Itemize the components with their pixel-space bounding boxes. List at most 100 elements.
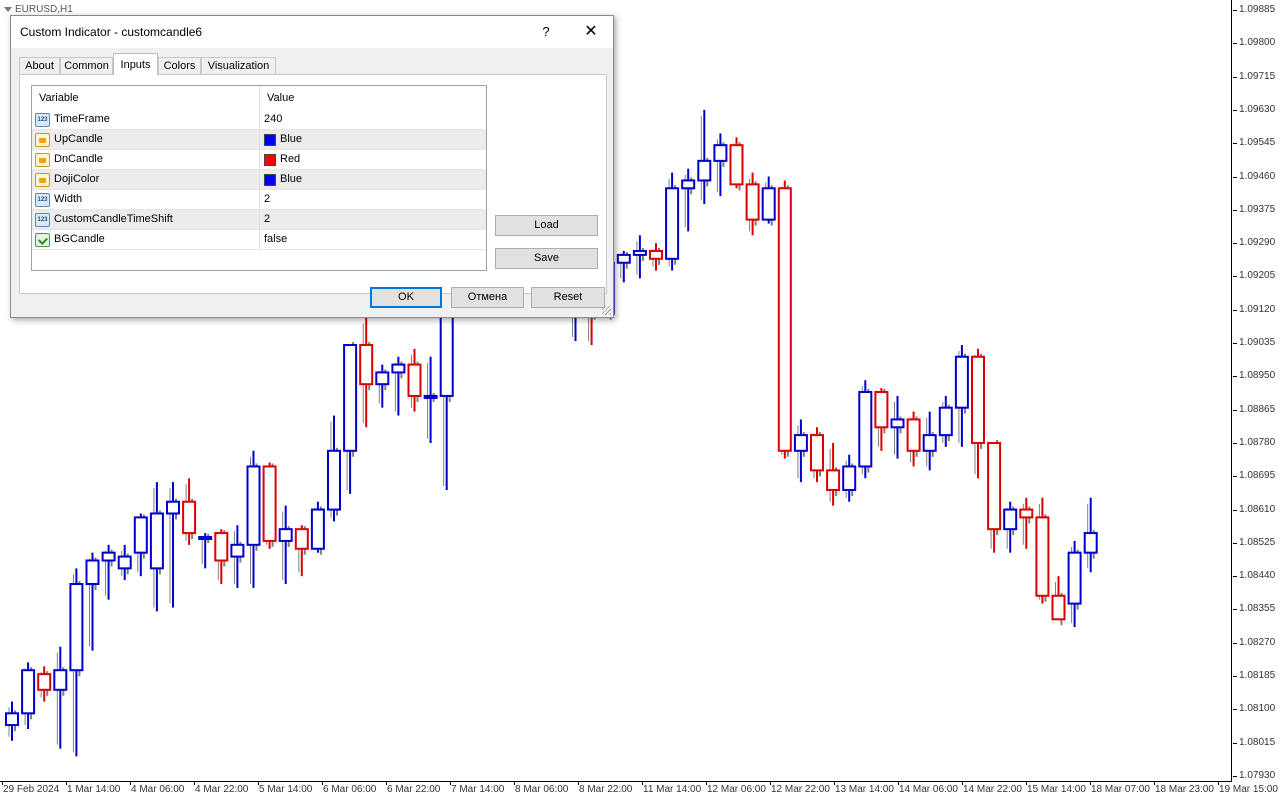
candle-body (906, 418, 921, 452)
price-tick (1233, 676, 1237, 677)
value-cell[interactable]: Red (260, 150, 486, 169)
tab-visualization[interactable]: Visualization (201, 57, 276, 74)
variable-cell[interactable]: 123 TimeFrame (32, 110, 260, 129)
price-label: 1.08695 (1239, 470, 1276, 482)
candle-body (697, 159, 712, 182)
price-tick (1233, 109, 1237, 111)
tab-about[interactable]: About (19, 57, 60, 74)
price-tick (1233, 143, 1237, 145)
input-row-width[interactable]: 123 Width 2 (32, 190, 486, 210)
candle-body (729, 144, 744, 186)
load-button[interactable]: Load (495, 215, 598, 236)
save-button[interactable]: Save (495, 248, 598, 269)
price-label: 1.08270 (1239, 636, 1276, 648)
candle-body (230, 543, 245, 558)
input-row-dojicolor[interactable]: DojiColor Blue (32, 170, 486, 190)
candle-body (5, 712, 19, 727)
price-label: 1.09205 (1239, 270, 1276, 282)
time-label: 19 Mar 15:00 (1219, 784, 1278, 795)
color-icon (35, 152, 50, 167)
value-cell[interactable]: Blue (260, 130, 486, 149)
variable-name: DojiColor (54, 173, 100, 185)
time-label: 11 Mar 14:00 (643, 784, 702, 795)
time-label: 4 Mar 06:00 (131, 784, 185, 795)
dropdown-triangle-icon[interactable] (4, 7, 12, 12)
variable-value: Blue (280, 173, 303, 185)
price-label: 1.08440 (1239, 570, 1276, 582)
input-row-timeframe[interactable]: 123 TimeFrame 240 (32, 110, 486, 130)
time-label: 5 Mar 14:00 (259, 784, 313, 795)
variable-cell[interactable]: 123 Width (32, 190, 260, 209)
input-row-bgcandle[interactable]: BGCandle false (32, 230, 486, 250)
tab-colors[interactable]: Colors (158, 57, 201, 74)
candle-body (858, 391, 873, 468)
variable-value: 2 (264, 213, 271, 225)
header-value[interactable]: Value (260, 86, 486, 110)
cancel-button[interactable]: Отмена (451, 287, 524, 308)
time-label: 6 Mar 06:00 (323, 784, 377, 795)
candle-body (1035, 516, 1050, 597)
price-tick (1233, 409, 1237, 411)
inputs-grid[interactable]: Variable Value 123 TimeFrame 240 UpCandle Bl… (31, 85, 487, 271)
color-swatch (264, 133, 276, 146)
candle-body (198, 535, 213, 540)
price-label: 1.09375 (1239, 203, 1276, 215)
candle-body (37, 673, 52, 691)
chart-symbol-title: EURUSD,H1 (4, 4, 73, 15)
price-label: 1.09290 (1239, 237, 1276, 249)
variable-value: Blue (280, 133, 303, 145)
value-cell[interactable]: 2 (260, 190, 486, 209)
candle-body (262, 465, 277, 542)
candle-body (85, 559, 100, 586)
price-tick (1233, 376, 1237, 378)
candle-body (327, 449, 341, 511)
tab-inputs[interactable]: Inputs (113, 53, 158, 75)
price-label: 1.09885 (1239, 4, 1276, 15)
variable-name: BGCandle (54, 233, 105, 245)
dialog-titlebar[interactable]: Custom Indicator - customcandle6 ? ✕ (11, 16, 613, 48)
variable-cell[interactable]: DojiColor (32, 170, 260, 189)
candle-body (890, 418, 905, 429)
header-variable[interactable]: Variable (32, 86, 260, 110)
input-row-customcandletimeshift[interactable]: 123 CustomCandleTimeShift 2 (32, 210, 486, 230)
color-swatch (264, 153, 276, 166)
candle-body (971, 355, 985, 444)
time-label: 12 Mar 06:00 (707, 784, 766, 795)
price-tick (1233, 76, 1237, 78)
candle-body (649, 249, 663, 260)
variable-cell[interactable]: DnCandle (32, 150, 260, 169)
time-label: 18 Mar 23:00 (1155, 784, 1214, 795)
candle-body (938, 406, 953, 437)
variable-cell[interactable]: UpCandle (32, 130, 260, 149)
candle-body (874, 391, 889, 429)
resize-grip-icon[interactable] (602, 306, 611, 315)
numeric-icon: 123 (35, 112, 50, 127)
time-axis[interactable]: 29 Feb 2024 1 Mar 14:00 4 Mar 06:00 4 Mar 2… (0, 782, 1278, 800)
input-row-upcandle[interactable]: UpCandle Blue (32, 130, 486, 150)
value-cell[interactable]: 2 (260, 210, 486, 229)
variable-cell[interactable]: BGCandle (32, 230, 260, 249)
reset-button[interactable]: Reset (531, 287, 605, 308)
candle-body (166, 500, 180, 515)
price-axis[interactable]: 1.09885 1.09800 1.09715 1.09630 1.09545 1.094… (1233, 0, 1280, 782)
price-label: 1.08780 (1239, 436, 1276, 448)
close-button[interactable]: ✕ (573, 18, 609, 46)
variable-name: DnCandle (54, 153, 103, 165)
value-cell[interactable]: 240 (260, 110, 486, 129)
tab-common[interactable]: Common (60, 57, 113, 74)
price-tick (1233, 476, 1237, 478)
candle-body (954, 355, 969, 409)
help-button[interactable]: ? (531, 18, 561, 46)
candle-body (793, 434, 808, 452)
value-cell[interactable]: false (260, 230, 486, 249)
ok-button[interactable]: OK (370, 287, 442, 308)
time-label: 8 Mar 06:00 (515, 784, 569, 795)
candle-body (987, 441, 1002, 531)
price-tick (1233, 742, 1237, 744)
variable-cell[interactable]: 123 CustomCandleTimeShift (32, 210, 260, 229)
input-row-dncandle[interactable]: DnCandle Red (32, 150, 486, 170)
price-tick (1233, 576, 1237, 578)
candle-body (391, 363, 406, 374)
value-cell[interactable]: Blue (260, 170, 486, 189)
variable-value: 2 (264, 193, 271, 205)
